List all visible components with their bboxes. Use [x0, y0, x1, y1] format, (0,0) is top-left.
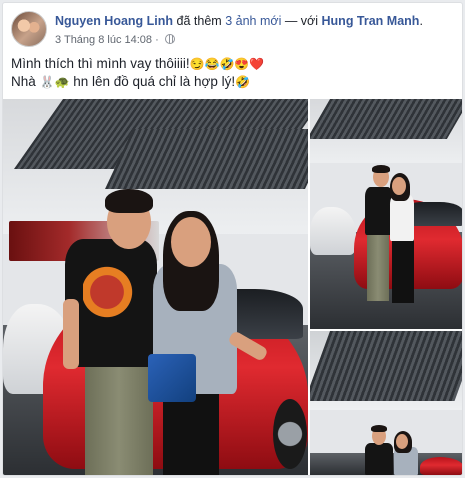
status-prefix-2: Nhà: [11, 74, 36, 89]
status-emojis-2: 🐰🐢: [39, 75, 70, 89]
status-line-2: Nhà 🐰🐢 hn lên đồ quá chỉ là hợp lý!🤣: [11, 73, 264, 91]
avatar[interactable]: [11, 11, 47, 47]
post-card: Nguyen Hoang Linh đã thêm 3 ảnh mới — vớ…: [2, 2, 463, 476]
photo-right-bottom[interactable]: [310, 331, 462, 475]
status-emojis-1: 😏😂🤣😍❤️: [189, 57, 265, 71]
timestamp-separator: ·: [155, 34, 159, 46]
car-wheel: [273, 399, 307, 469]
tagged-suffix: .: [419, 14, 423, 28]
tagged-person[interactable]: Hung Tran Manh: [322, 14, 420, 28]
globe-icon[interactable]: [164, 34, 175, 44]
author-name[interactable]: Nguyen Hoang Linh: [55, 14, 173, 28]
photo-main[interactable]: [3, 99, 308, 475]
photo-grid: [3, 99, 462, 475]
blue-handbag: [148, 354, 196, 402]
action-prefix: đã thêm: [176, 14, 222, 28]
status-end-emoji: 🤣: [235, 75, 251, 89]
status-text-1: Mình thích thì mình vay thôiiii!: [11, 56, 190, 71]
status-line-1: Mình thích thì mình vay thôiiii!😏😂🤣😍❤️: [11, 55, 264, 73]
post-header: Nguyen Hoang Linh đã thêm 3 ảnh mới — vớ…: [11, 11, 454, 51]
timestamp[interactable]: 3 Tháng 8 lúc 14:08: [55, 34, 152, 46]
with-text: — với: [284, 14, 319, 28]
post-meta: 3 Tháng 8 lúc 14:08 ·: [55, 34, 175, 46]
ceiling-slats-2: [105, 129, 308, 189]
status-text-2: hn lên đồ quá chỉ là hợp lý!: [73, 74, 236, 89]
post-header-line: Nguyen Hoang Linh đã thêm 3 ảnh mới — vớ…: [55, 14, 423, 28]
post-status-text: Mình thích thì mình vay thôiiii!😏😂🤣😍❤️ N…: [11, 55, 264, 91]
photo-count-link[interactable]: 3 ảnh mới: [225, 14, 281, 28]
photo-right-top[interactable]: [310, 99, 462, 329]
